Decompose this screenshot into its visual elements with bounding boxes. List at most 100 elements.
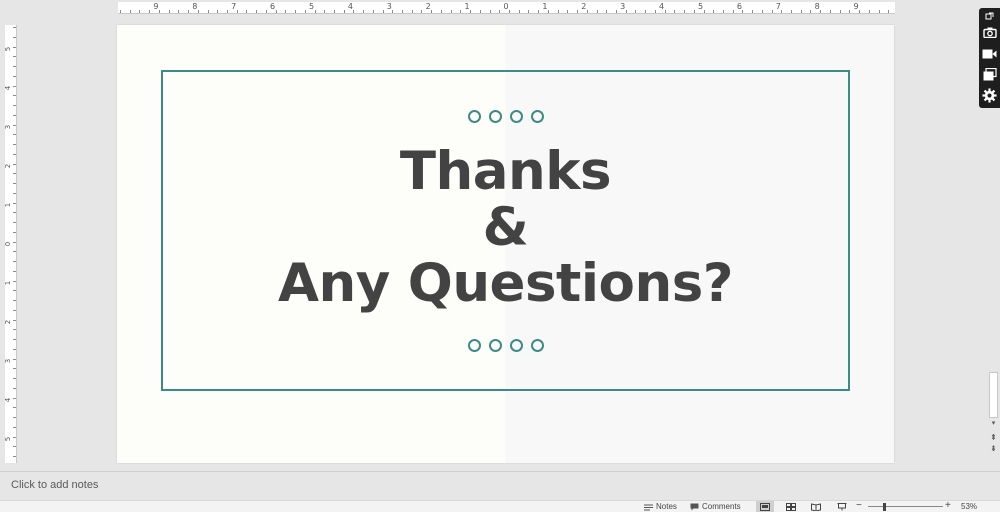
next-slide-icon[interactable]: ⇟ bbox=[989, 444, 998, 453]
ruler-tick bbox=[13, 114, 16, 116]
ruler-label: 1 bbox=[464, 2, 470, 11]
ruler-tick bbox=[684, 10, 686, 13]
zoom-in-button[interactable]: + bbox=[945, 500, 951, 512]
ruler-tick bbox=[275, 10, 277, 13]
ruler-tick bbox=[13, 426, 16, 428]
scrollbar-thumb[interactable] bbox=[989, 372, 998, 418]
pop-out-icon[interactable] bbox=[981, 12, 998, 20]
ruler-label: 1 bbox=[4, 202, 13, 208]
zoom-slider-thumb[interactable] bbox=[883, 503, 886, 511]
ruler-tick bbox=[13, 436, 16, 438]
ruler-tick bbox=[13, 153, 16, 155]
presentation-icon bbox=[837, 502, 847, 510]
camera-icon[interactable] bbox=[981, 24, 998, 41]
ruler-tick bbox=[295, 10, 297, 13]
ruler-tick bbox=[304, 10, 306, 13]
ruler-tick bbox=[13, 456, 16, 457]
comments-label: Comments bbox=[702, 502, 741, 511]
ruler-tick bbox=[557, 10, 559, 13]
ruler-tick bbox=[13, 300, 16, 301]
ruler-tick bbox=[353, 10, 355, 13]
ruler-label: 3 bbox=[4, 124, 13, 130]
vertical-ruler[interactable]: 5 4 3 2 1 0 1 2 3 4 5 bbox=[4, 25, 17, 463]
ruler-tick bbox=[849, 10, 851, 13]
ruler-tick bbox=[13, 144, 16, 145]
ruler-tick bbox=[13, 309, 16, 311]
ruler-tick bbox=[450, 10, 452, 13]
ruler-tick bbox=[829, 10, 831, 13]
ruler-tick bbox=[635, 10, 637, 13]
normal-view-icon bbox=[760, 502, 770, 511]
ruler-tick bbox=[13, 348, 16, 350]
notes-label: Notes bbox=[656, 502, 677, 511]
slide-sorter-button[interactable] bbox=[782, 501, 800, 512]
gear-icon[interactable] bbox=[981, 87, 998, 104]
ruler-label: 1 bbox=[4, 280, 13, 286]
ruler-label: 0 bbox=[4, 241, 13, 247]
floating-toolbar bbox=[979, 8, 1000, 108]
ruler-tick bbox=[217, 10, 219, 13]
vertical-scrollbar[interactable]: ▾ bbox=[987, 110, 1000, 460]
ruler-label: 0 bbox=[503, 2, 509, 11]
normal-view-button[interactable] bbox=[756, 501, 774, 512]
reading-view-button[interactable] bbox=[807, 501, 825, 512]
ruler-tick bbox=[13, 319, 16, 321]
ruler-label: 3 bbox=[620, 2, 626, 11]
ruler-tick bbox=[324, 10, 326, 13]
ruler-tick bbox=[567, 10, 569, 13]
ruler-tick bbox=[13, 417, 16, 418]
notes-placeholder[interactable]: Click to add notes bbox=[11, 479, 98, 491]
ruler-label: 2 bbox=[425, 2, 431, 11]
ruler-tick bbox=[674, 10, 676, 13]
circle-icon bbox=[467, 339, 481, 352]
ruler-tick bbox=[13, 387, 16, 389]
ruler-tick bbox=[528, 10, 530, 13]
ruler-tick bbox=[13, 270, 16, 272]
ruler-tick bbox=[13, 27, 16, 28]
ruler-tick bbox=[13, 105, 16, 106]
decorative-dots-bottom bbox=[163, 339, 848, 352]
ruler-tick bbox=[440, 10, 442, 13]
ruler-tick bbox=[120, 10, 121, 13]
ruler-tick bbox=[761, 10, 763, 13]
ruler-tick bbox=[13, 290, 16, 292]
video-camera-icon[interactable] bbox=[981, 45, 998, 62]
slides-icon[interactable] bbox=[981, 66, 998, 83]
ruler-tick bbox=[703, 10, 705, 13]
ruler-tick bbox=[732, 10, 734, 13]
ruler-tick bbox=[664, 10, 666, 13]
zoom-slider[interactable] bbox=[868, 506, 943, 507]
ruler-tick bbox=[392, 10, 394, 13]
ruler-tick bbox=[596, 10, 598, 13]
previous-slide-icon[interactable]: ⇞ bbox=[989, 433, 998, 442]
ruler-tick bbox=[314, 10, 316, 13]
zoom-level[interactable]: 53% bbox=[961, 502, 977, 512]
ruler-tick bbox=[645, 10, 647, 13]
notes-pane[interactable]: Click to add notes bbox=[0, 471, 1000, 499]
horizontal-ruler[interactable]: 9 8 7 6 5 4 3 2 1 0 1 2 3 4 5 6 7 8 9 bbox=[118, 2, 895, 14]
ruler-tick bbox=[207, 10, 209, 13]
ruler-tick bbox=[888, 10, 890, 13]
ruler-tick bbox=[13, 66, 16, 67]
ruler-tick bbox=[13, 378, 16, 379]
ruler-tick bbox=[265, 10, 267, 13]
ruler-label: 5 bbox=[308, 2, 315, 11]
presentation-editor: 9 8 7 6 5 4 3 2 1 0 1 2 3 4 5 6 7 8 9 5 4 3 2 1 0 1 2 3 4 5 Thanks &… bbox=[0, 0, 1000, 512]
ruler-label: 5 bbox=[4, 436, 13, 442]
ruler-tick bbox=[13, 241, 16, 243]
slide-canvas[interactable]: Thanks & Any Questions? bbox=[117, 25, 894, 463]
ruler-tick bbox=[479, 10, 481, 13]
zoom-out-button[interactable]: − bbox=[856, 500, 862, 512]
ruler-label: 7 bbox=[231, 2, 237, 11]
slideshow-button[interactable] bbox=[833, 501, 851, 512]
ruler-label: 3 bbox=[386, 2, 392, 11]
ruler-tick bbox=[771, 10, 773, 13]
slide-title[interactable]: Thanks & Any Questions? bbox=[163, 144, 848, 312]
notes-button[interactable]: Notes bbox=[644, 502, 677, 512]
scroll-down-icon[interactable]: ▾ bbox=[989, 420, 998, 428]
ruler-tick bbox=[518, 10, 520, 13]
circle-icon bbox=[530, 339, 544, 352]
ruler-tick bbox=[800, 10, 802, 13]
ruler-tick bbox=[13, 368, 16, 370]
comments-button[interactable]: Comments bbox=[690, 502, 741, 512]
